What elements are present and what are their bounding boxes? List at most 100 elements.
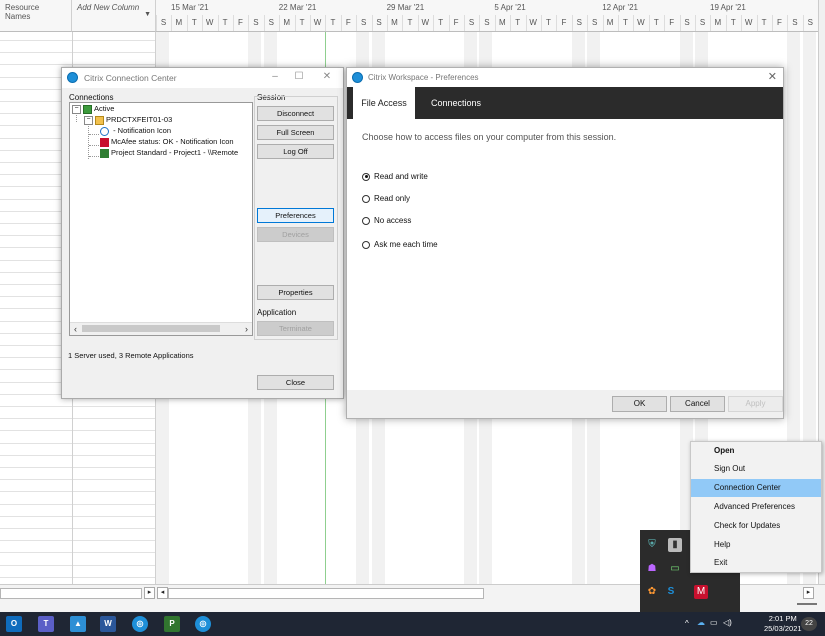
timescale-header: SMTWTFSSMTWTFSSMTWTFSSMTWTFSSMTWTFSSMTWT… bbox=[156, 0, 818, 32]
close-icon[interactable]: ✕ bbox=[768, 70, 777, 83]
menu-item-help[interactable]: Help bbox=[691, 536, 821, 554]
tree-node-label: Project Standard - Project1 - \\Remote bbox=[111, 148, 239, 157]
timescale-day: F bbox=[448, 15, 463, 31]
menu-item-sign-out[interactable]: Sign Out bbox=[691, 460, 821, 478]
timescale-day: W bbox=[202, 15, 216, 31]
log-off-button[interactable]: Log Off bbox=[257, 144, 334, 159]
properties-button[interactable]: Properties bbox=[257, 285, 334, 300]
column-header-add-new-column[interactable]: Add New Column ▼ bbox=[72, 0, 156, 32]
dialog-footer: OK Cancel Apply bbox=[347, 390, 783, 418]
apply-button: Apply bbox=[728, 396, 783, 412]
disconnect-button[interactable]: Disconnect bbox=[257, 106, 334, 121]
network-icon[interactable]: ▭ bbox=[710, 618, 718, 627]
collapse-icon[interactable]: − bbox=[84, 115, 93, 125]
radio-label: Ask me each time bbox=[374, 240, 438, 249]
tree-node-active[interactable]: − Active bbox=[72, 104, 114, 114]
connection-center-window: Citrix Connection Center – ☐ ✕ Connectio… bbox=[61, 67, 344, 399]
scroll-right-arrow-icon[interactable]: ▸ bbox=[144, 587, 155, 599]
grid-row-line bbox=[0, 564, 156, 566]
tree-connector bbox=[89, 156, 99, 157]
timescale-day: T bbox=[325, 15, 339, 31]
scroll-left-arrow-icon[interactable]: ‹ bbox=[70, 323, 81, 335]
title-bar[interactable]: Citrix Workspace - Preferences ✕ bbox=[347, 68, 783, 87]
timescale-day: S bbox=[248, 15, 262, 31]
monitor-tray-icon[interactable]: ▭ bbox=[668, 562, 682, 576]
onedrive-icon[interactable]: ☁ bbox=[697, 618, 705, 627]
timescale-scrollbar[interactable] bbox=[168, 588, 484, 599]
scrollbar-thumb[interactable] bbox=[82, 325, 220, 332]
citrix-receiver-icon[interactable]: ◎ bbox=[195, 616, 211, 632]
project-icon[interactable]: P bbox=[164, 616, 180, 632]
timescale-day: T bbox=[648, 15, 663, 31]
tree-node-server[interactable]: − PRDCTXFEIT01-03 bbox=[84, 115, 172, 125]
radio-read-and-write[interactable]: Read and write bbox=[362, 171, 428, 183]
volume-icon[interactable]: ◁) bbox=[723, 618, 732, 627]
grid-row-line bbox=[0, 406, 156, 407]
scroll-left-arrow-icon[interactable]: ◂ bbox=[157, 587, 168, 599]
left-pane-scrollbar[interactable] bbox=[0, 588, 142, 599]
mcafee-shield-icon[interactable]: M bbox=[694, 585, 708, 599]
minimize-icon[interactable]: – bbox=[268, 71, 282, 82]
taskbar-clock[interactable]: 2:01 PM 25/03/2021 bbox=[764, 614, 802, 634]
chevron-down-icon[interactable]: ▼ bbox=[144, 11, 151, 18]
citrix-workspace-icon[interactable]: ◎ bbox=[132, 616, 148, 632]
connections-tree[interactable]: − Active − PRDCTXFEIT01-03 - Notification … bbox=[69, 102, 253, 336]
timescale-day: S bbox=[464, 15, 478, 31]
close-icon[interactable]: ✕ bbox=[320, 71, 334, 82]
photos-icon[interactable]: ▲ bbox=[70, 616, 86, 632]
tab-connections[interactable]: Connections bbox=[423, 87, 489, 119]
menu-item-connection-center[interactable]: Connection Center bbox=[691, 479, 821, 497]
timescale-week: 19 Apr '21 bbox=[710, 3, 746, 12]
radio-read-only[interactable]: Read only bbox=[362, 193, 410, 205]
collapse-icon[interactable]: − bbox=[72, 104, 81, 114]
menu-item-check-for-updates[interactable]: Check for Updates bbox=[691, 517, 821, 535]
radio-icon[interactable] bbox=[362, 240, 370, 249]
tree-node-app[interactable]: - Notification Icon bbox=[100, 126, 171, 136]
pinwheel-icon[interactable]: ✿ bbox=[645, 585, 659, 599]
teams-tray-icon[interactable]: ☗ bbox=[645, 562, 659, 576]
full-screen-button[interactable]: Full Screen bbox=[257, 125, 334, 140]
notification-badge[interactable]: 22 bbox=[801, 617, 817, 631]
tree-node-app[interactable]: Project Standard - Project1 - \\Remote bbox=[100, 148, 238, 158]
preferences-button[interactable]: Preferences bbox=[257, 208, 334, 223]
tree-node-app[interactable]: McAfee status: OK - Notification Icon bbox=[100, 137, 234, 147]
close-button[interactable]: Close bbox=[257, 375, 334, 390]
file-access-description: Choose how to access files on your compu… bbox=[362, 132, 617, 142]
device-icon[interactable]: ▮ bbox=[668, 538, 682, 552]
clock-time: 2:01 PM bbox=[768, 614, 797, 623]
timescale-day: T bbox=[618, 15, 632, 31]
security-shield-icon[interactable]: ⛨ bbox=[645, 538, 659, 552]
zoom-slider[interactable] bbox=[797, 603, 817, 605]
scroll-right-arrow-icon[interactable]: › bbox=[241, 323, 252, 335]
grid-row-line bbox=[0, 540, 156, 542]
radio-ask-each-time[interactable]: Ask me each time bbox=[362, 239, 438, 251]
tree-node-label: PRDCTXFEIT01-03 bbox=[106, 115, 173, 124]
timescale-day: S bbox=[371, 15, 386, 31]
application-label: Application bbox=[257, 308, 297, 317]
skype-icon[interactable]: S bbox=[664, 585, 678, 599]
teams-icon[interactable]: T bbox=[38, 616, 54, 632]
show-hidden-icons-chevron-icon[interactable]: ^ bbox=[685, 619, 689, 628]
timescale-day: W bbox=[633, 15, 647, 31]
timescale-day: W bbox=[525, 15, 540, 31]
maximize-icon[interactable]: ☐ bbox=[292, 71, 306, 82]
menu-item-advanced-preferences[interactable]: Advanced Preferences bbox=[691, 498, 821, 516]
word-icon[interactable]: W bbox=[100, 616, 116, 632]
radio-icon[interactable] bbox=[362, 194, 370, 203]
tab-file-access[interactable]: File Access bbox=[353, 87, 415, 119]
tree-connector bbox=[89, 134, 99, 135]
tree-horizontal-scrollbar[interactable]: ‹ › bbox=[70, 322, 252, 335]
cancel-button[interactable]: Cancel bbox=[670, 396, 725, 412]
radio-icon[interactable] bbox=[362, 216, 370, 225]
column-header-resource-names[interactable]: Resource Names bbox=[0, 0, 72, 32]
radio-no-access[interactable]: No access bbox=[362, 215, 411, 227]
outlook-icon[interactable]: O bbox=[6, 616, 22, 632]
title-bar[interactable]: Citrix Connection Center – ☐ ✕ bbox=[62, 68, 343, 88]
timescale-day: T bbox=[756, 15, 771, 31]
menu-item-exit[interactable]: Exit bbox=[691, 554, 821, 572]
menu-item-open[interactable]: Open bbox=[691, 442, 821, 460]
scroll-right-arrow-icon[interactable]: ▸ bbox=[803, 587, 814, 599]
timescale-day: T bbox=[510, 15, 524, 31]
ok-button[interactable]: OK bbox=[612, 396, 667, 412]
radio-selected-icon[interactable] bbox=[362, 172, 370, 181]
